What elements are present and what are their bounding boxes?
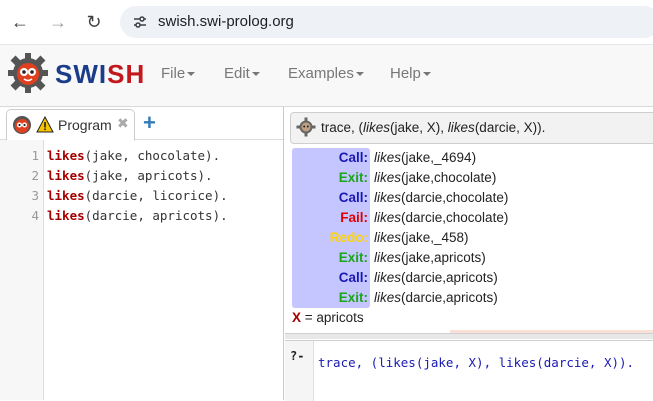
query-gutter: ?- <box>285 341 314 401</box>
trace-port: Redo: <box>329 230 368 245</box>
tab-program[interactable]: Program ✖ <box>6 109 135 141</box>
swish-owl-icon <box>13 116 31 134</box>
app-navbar: SWISH File Edit Examples Help <box>0 45 653 107</box>
menu-examples[interactable]: Examples <box>288 65 364 82</box>
trace-goal: likes(darcie,chocolate) <box>374 190 509 205</box>
query-input[interactable]: trace, (likes(jake, X), likes(darcie, X)… <box>318 355 634 370</box>
trace-goal: likes(darcie,apricots) <box>374 290 498 305</box>
trace-port: Exit: <box>338 290 368 305</box>
pane-divider[interactable] <box>285 333 653 339</box>
caret-down-icon <box>251 72 260 77</box>
code-line: 1 likes(jake, chocolate). <box>0 146 228 166</box>
trace-goal: likes(jake,_458) <box>374 230 469 245</box>
code-line: 2 likes(jake, apricots). <box>0 166 228 186</box>
trace-query-text: trace, (likes(jake, X), likes(darcie, X)… <box>321 120 546 135</box>
trace-step: Call: likes(darcie,chocolate) <box>292 188 652 208</box>
trace-step: Call: likes(darcie,apricots) <box>292 268 652 288</box>
browser-toolbar: ← → ↻ swish.swi-prolog.org <box>0 0 653 45</box>
predicate-args: (darcie, licorice). <box>84 188 228 203</box>
brand-title[interactable]: SWISH <box>55 59 145 90</box>
answer-binding: X = apricots <box>292 310 364 325</box>
site-info-icon[interactable] <box>132 14 148 30</box>
trace-goal: likes(darcie,apricots) <box>374 270 498 285</box>
line-number: 4 <box>31 208 39 223</box>
caret-down-icon <box>422 72 431 77</box>
line-number: 2 <box>31 168 39 183</box>
caret-down-icon <box>355 72 364 77</box>
predicate-name: likes <box>47 168 85 183</box>
trace-port: Call: <box>338 190 368 205</box>
menu-file[interactable]: File <box>161 65 196 82</box>
close-icon[interactable]: ✖ <box>117 115 129 132</box>
query-editor-pane[interactable]: ?- trace, (likes(jake, X), likes(darcie,… <box>285 340 653 401</box>
editor-tab-strip: Program ✖ + <box>0 107 283 141</box>
reload-icon[interactable]: ↻ <box>84 12 104 32</box>
trace-step: Redo: likes(jake,_458) <box>292 228 652 248</box>
predicate-args: (jake, apricots). <box>84 168 213 183</box>
predicate-name: likes <box>47 208 85 223</box>
warning-icon <box>36 116 54 133</box>
trace-goal: likes(jake,chocolate) <box>374 170 497 185</box>
trace-step: Exit: likes(jake,chocolate) <box>292 168 652 188</box>
predicate-args: (darcie, apricots). <box>84 208 228 223</box>
address-bar[interactable]: swish.swi-prolog.org <box>120 6 653 38</box>
add-tab-icon[interactable]: + <box>143 110 156 136</box>
forward-arrow-icon[interactable]: → <box>48 12 68 32</box>
swish-logo-icon[interactable] <box>6 51 50 95</box>
trace-step: Exit: likes(jake,apricots) <box>292 248 652 268</box>
program-editor-pane: Program ✖ + 1 likes(jake, chocolate). 2 li… <box>0 107 284 400</box>
code-area[interactable]: 1 likes(jake, chocolate). 2 likes(jake, ap… <box>0 146 228 226</box>
trace-query-header[interactable]: trace, (likes(jake, X), likes(darcie, X)… <box>290 112 653 144</box>
menu-edit[interactable]: Edit <box>224 65 260 82</box>
tab-label: Program <box>58 117 112 133</box>
trace-port: Call: <box>338 150 368 165</box>
trace-goal: likes(jake,apricots) <box>374 250 486 265</box>
line-number: 1 <box>31 148 39 163</box>
code-line: 3 likes(darcie, licorice). <box>0 186 228 206</box>
line-number: 3 <box>31 188 39 203</box>
predicate-name: likes <box>47 188 85 203</box>
gear-icon <box>296 117 316 137</box>
trace-port: Call: <box>338 270 368 285</box>
trace-goal: likes(jake,_4694) <box>374 150 477 165</box>
trace-step: Call: likes(jake,_4694) <box>292 148 652 168</box>
menu-help[interactable]: Help <box>390 65 431 82</box>
predicate-args: (jake, chocolate). <box>84 148 221 163</box>
trace-step: Exit: likes(darcie,apricots) <box>292 288 652 308</box>
caret-down-icon <box>187 72 196 77</box>
trace-step: Fail: likes(darcie,chocolate) <box>292 208 652 228</box>
code-line: 4 likes(darcie, apricots). <box>0 206 228 226</box>
trace-port: Fail: <box>340 210 368 225</box>
trace-goal: likes(darcie,chocolate) <box>374 210 509 225</box>
back-arrow-icon[interactable]: ← <box>10 12 30 32</box>
trace-port: Exit: <box>338 250 368 265</box>
query-prompt: ?- <box>290 349 305 363</box>
trace-output-pane: trace, (likes(jake, X), likes(darcie, X)… <box>285 107 653 339</box>
predicate-name: likes <box>47 148 85 163</box>
trace-port: Exit: <box>338 170 368 185</box>
url-text[interactable]: swish.swi-prolog.org <box>158 13 294 30</box>
